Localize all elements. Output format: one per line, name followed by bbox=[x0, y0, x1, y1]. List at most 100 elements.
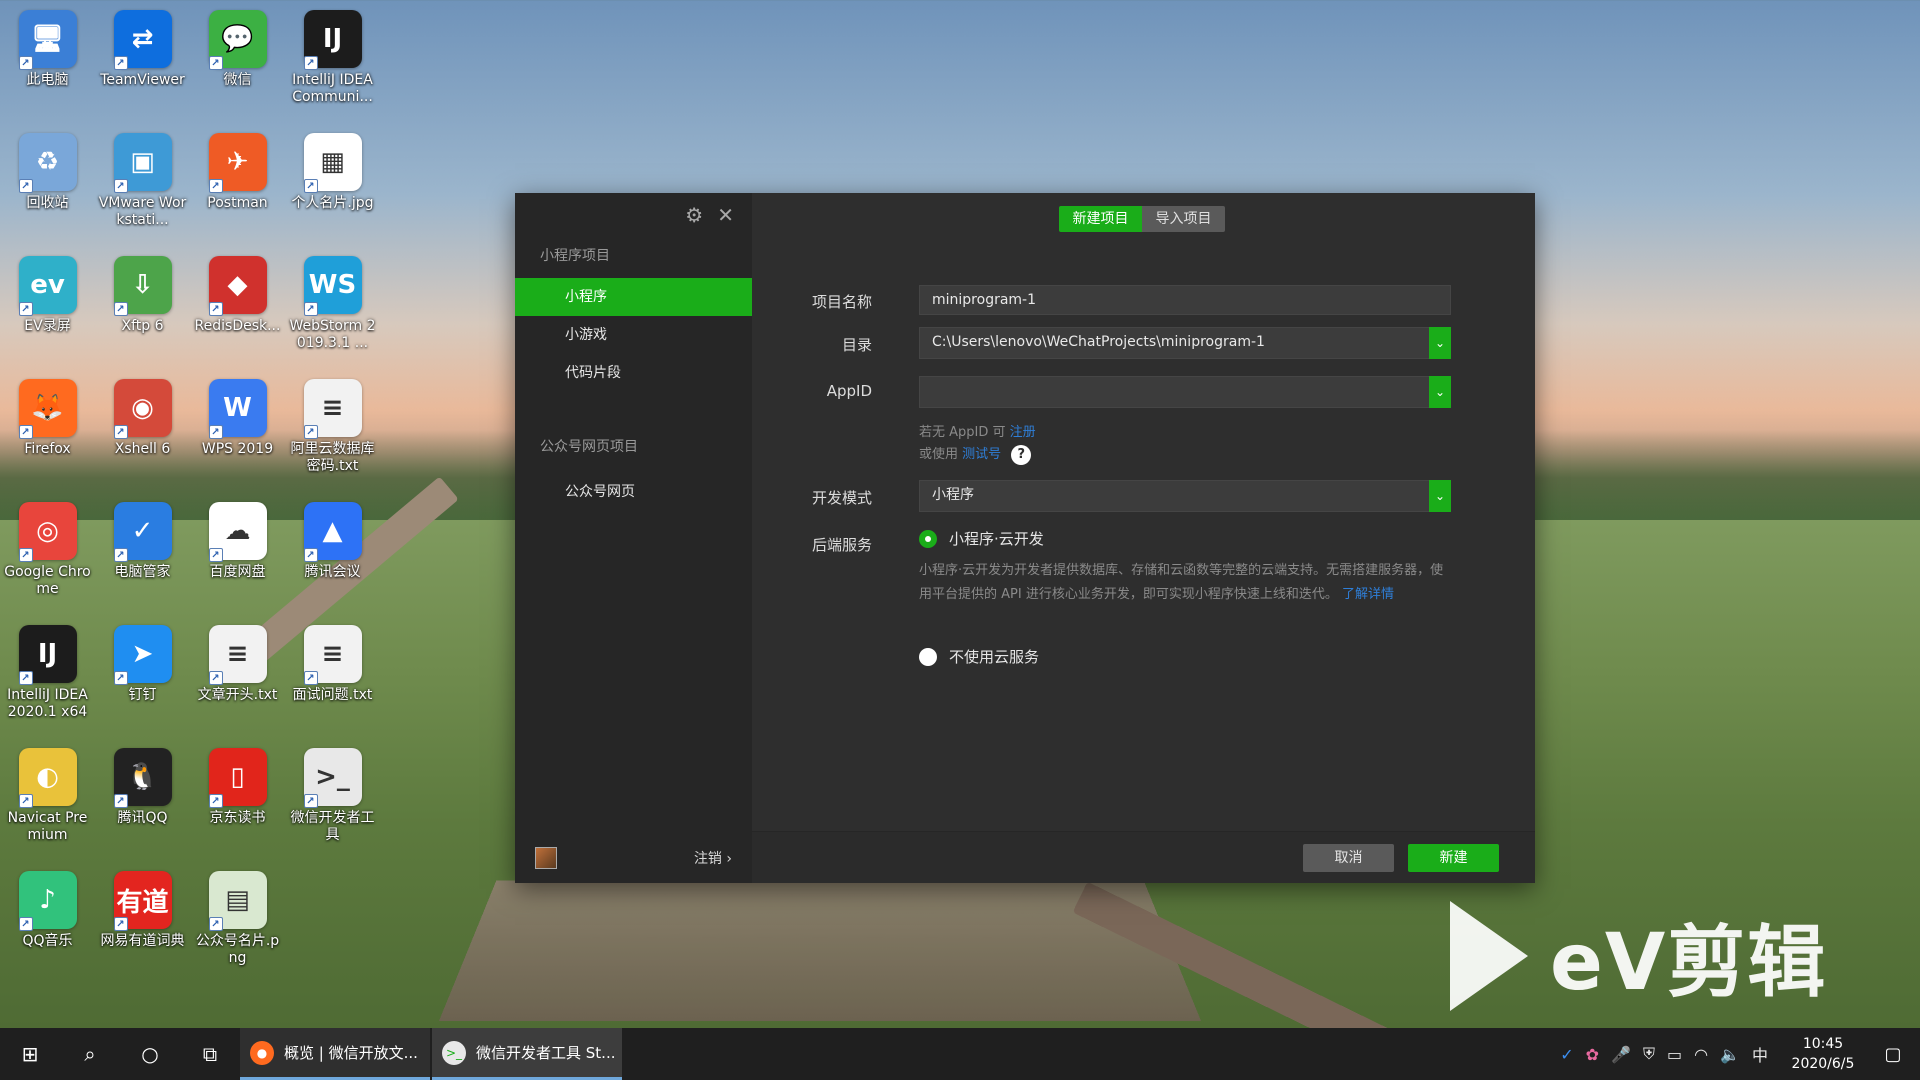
redis-icon: ◆ ↗ bbox=[208, 256, 267, 316]
tab-new-project[interactable]: 新建项目 bbox=[1059, 206, 1142, 232]
chevron-down-icon[interactable]: ⌄ bbox=[1429, 480, 1451, 512]
desktop-icon[interactable]: ▯ ↗ 京东读书 bbox=[190, 744, 285, 867]
desktop-icon[interactable]: ◉ ↗ Xshell 6 bbox=[95, 375, 190, 498]
desktop-icon[interactable]: 🐧 ↗ 腾讯QQ bbox=[95, 744, 190, 867]
project-type-sidebar: ⚙ ✕ 小程序项目 小程序 小游戏 代码片段 公众号网页项目 公众号网页 注销 … bbox=[515, 193, 752, 883]
microphone-icon[interactable]: 🎤 bbox=[1611, 1045, 1631, 1064]
ime-indicator[interactable]: 中 bbox=[1752, 1042, 1768, 1066]
desktop-icon-label: 阿里云数据库密码.txt bbox=[290, 441, 375, 474]
project-name-label: 项目名称 bbox=[811, 293, 872, 311]
desktop-icon-label: 腾讯QQ bbox=[117, 810, 168, 826]
windows-start-icon[interactable]: ⊞ bbox=[0, 1028, 60, 1080]
shield-icon[interactable]: ⛨ bbox=[1643, 1044, 1655, 1064]
project-name-input[interactable]: miniprogram-1 bbox=[919, 285, 1451, 315]
gear-icon[interactable]: ⚙ bbox=[685, 205, 703, 225]
desktop-icon[interactable]: ◆ ↗ RedisDesk... bbox=[190, 252, 285, 375]
desktop-icon[interactable]: ⇩ ↗ Xftp 6 bbox=[95, 252, 190, 375]
desktop-icon-label: 电脑管家 bbox=[114, 564, 171, 580]
notification-icon[interactable]: ▢ bbox=[1878, 1044, 1908, 1065]
flower-tray-icon[interactable]: ✿ bbox=[1586, 1045, 1599, 1064]
taskbar-app-firefox[interactable]: ● 概览 | 微信开放文... bbox=[240, 1028, 430, 1080]
sidebar-item-code-snippet[interactable]: 代码片段 bbox=[515, 354, 752, 392]
radio-no-cloud[interactable]: 不使用云服务 bbox=[919, 646, 1039, 667]
desktop-icon[interactable]: ev ↗ EV录屏 bbox=[0, 252, 95, 375]
navicat-icon: ◐ ↗ bbox=[18, 748, 77, 808]
desktop-icon[interactable]: ✓ ↗ 电脑管家 bbox=[95, 498, 190, 621]
volume-icon[interactable]: 🔈 bbox=[1720, 1045, 1740, 1064]
desktop-icon[interactable]: 🦊 ↗ Firefox bbox=[0, 375, 95, 498]
shortcut-arrow-icon: ↗ bbox=[208, 548, 223, 562]
chevron-down-icon[interactable]: ⌄ bbox=[1429, 327, 1451, 359]
help-icon[interactable]: ? bbox=[1011, 444, 1032, 465]
ev-recorder-icon: ev ↗ bbox=[18, 256, 77, 316]
desktop-icon[interactable]: ≡ ↗ 面试问题.txt bbox=[285, 621, 380, 744]
desktop-icon[interactable]: ◎ ↗ Google Chrome bbox=[0, 498, 95, 621]
tab-import-project[interactable]: 导入项目 bbox=[1142, 206, 1225, 232]
desktop-icon[interactable]: ▲ ↗ 腾讯会议 bbox=[285, 498, 380, 621]
desktop-icon[interactable]: ☁ ↗ 百度网盘 bbox=[190, 498, 285, 621]
chevron-right-icon: › bbox=[726, 851, 732, 867]
desktop-icon[interactable]: >_ ↗ 微信开发者工具 bbox=[285, 744, 380, 867]
desktop-icon[interactable]: ✈ ↗ Postman bbox=[190, 129, 285, 252]
create-button[interactable]: 新建 bbox=[1408, 844, 1499, 872]
desktop-icon[interactable]: ➤ ↗ 钉钉 bbox=[95, 621, 190, 744]
sidebar-item-minigame[interactable]: 小游戏 bbox=[515, 316, 752, 354]
clock[interactable]: 10:45 2020/6/5 bbox=[1780, 1034, 1866, 1074]
ev-watermark: eV剪辑 bbox=[1450, 900, 1827, 1012]
desktop-icon[interactable]: ≡ ↗ 文章开头.txt bbox=[190, 621, 285, 744]
chevron-down-icon[interactable]: ⌄ bbox=[1429, 376, 1451, 408]
task-view-icon[interactable]: ⧉ bbox=[180, 1028, 240, 1080]
radio-cloud-dev[interactable]: 小程序·云开发 bbox=[919, 528, 1044, 549]
desktop-icon[interactable]: WS ↗ WebStorm 2019.3.1 ... bbox=[285, 252, 380, 375]
sidebar-item-official-web[interactable]: 公众号网页 bbox=[515, 473, 752, 511]
desktop-icon[interactable]: ⇄ ↗ TeamViewer bbox=[95, 6, 190, 129]
dev-mode-select[interactable]: 小程序 ⌄ bbox=[919, 480, 1451, 512]
shortcut-arrow-icon: ↗ bbox=[208, 671, 223, 685]
shortcut-arrow-icon: ↗ bbox=[18, 56, 33, 70]
qr-code-image-icon: ▦ ↗ bbox=[303, 133, 362, 193]
desktop-icon[interactable]: 有道 ↗ 网易有道词典 bbox=[95, 867, 190, 990]
search-icon[interactable]: ⌕ bbox=[60, 1028, 120, 1080]
desktop-icon-label: 百度网盘 bbox=[209, 564, 266, 580]
logout-button[interactable]: 注销 › bbox=[694, 848, 732, 868]
taskbar-app-wechat-devtools[interactable]: >_ 微信开发者工具 St... bbox=[432, 1028, 622, 1080]
cancel-button[interactable]: 取消 bbox=[1303, 844, 1394, 872]
desktop-icon-label: EV录屏 bbox=[24, 318, 71, 334]
desktop-icon-label: WPS 2019 bbox=[201, 441, 274, 457]
pc-manager-tray-icon[interactable]: ✓ bbox=[1560, 1045, 1573, 1064]
cortana-icon[interactable]: ○ bbox=[120, 1028, 180, 1080]
image-file-icon: ▤ ↗ bbox=[208, 871, 267, 931]
shortcut-arrow-icon: ↗ bbox=[18, 548, 33, 562]
wechat-icon: 💬 ↗ bbox=[208, 10, 267, 70]
desktop-icon[interactable]: W ↗ WPS 2019 bbox=[190, 375, 285, 498]
sidebar-item-miniprogram[interactable]: 小程序 bbox=[515, 278, 752, 316]
battery-icon[interactable]: ▭ bbox=[1667, 1045, 1682, 1064]
postman-icon: ✈ ↗ bbox=[208, 133, 267, 193]
learn-more-link[interactable]: 了解详情 bbox=[1342, 587, 1394, 602]
shortcut-arrow-icon: ↗ bbox=[18, 794, 33, 808]
directory-input[interactable]: C:\Users\lenovo\WeChatProjects\miniprogr… bbox=[919, 327, 1451, 359]
desktop-icon[interactable]: ♪ ↗ QQ音乐 bbox=[0, 867, 95, 990]
desktop-icon[interactable]: ▣ ↗ VMware Workstati... bbox=[95, 129, 190, 252]
clock-date: 2020/6/5 bbox=[1791, 1056, 1855, 1072]
appid-input[interactable]: ⌄ bbox=[919, 376, 1451, 408]
desktop-icon[interactable]: ◐ ↗ Navicat Premium bbox=[0, 744, 95, 867]
desktop-icon[interactable]: ≡ ↗ 阿里云数据库密码.txt bbox=[285, 375, 380, 498]
desktop-icon[interactable]: 💬 ↗ 微信 bbox=[190, 6, 285, 129]
recycle-bin-icon: ♻ ↗ bbox=[18, 133, 77, 193]
desktop-icon-label: 文章开头.txt bbox=[197, 687, 278, 703]
avatar[interactable] bbox=[535, 847, 557, 869]
desktop-icon[interactable]: ▦ ↗ 个人名片.jpg bbox=[285, 129, 380, 252]
desktop-icon[interactable]: ♻ ↗ 回收站 bbox=[0, 129, 95, 252]
new-project-dialog: ⚙ ✕ 小程序项目 小程序 小游戏 代码片段 公众号网页项目 公众号网页 注销 … bbox=[515, 193, 1535, 883]
register-link[interactable]: 注册 bbox=[1010, 425, 1036, 440]
desktop-icon[interactable]: IJ ↗ IntelliJ IDEA 2020.1 x64 bbox=[0, 621, 95, 744]
desktop-icon[interactable]: ▤ ↗ 公众号名片.png bbox=[190, 867, 285, 990]
test-account-link[interactable]: 测试号 bbox=[962, 447, 1001, 462]
wifi-icon[interactable]: ◠ bbox=[1694, 1045, 1708, 1064]
close-icon[interactable]: ✕ bbox=[717, 205, 734, 225]
wechat-devtools-icon: >_ bbox=[442, 1040, 466, 1065]
desktop-icon[interactable]: IJ ↗ IntelliJ IDEA Communi... bbox=[285, 6, 380, 129]
shortcut-arrow-icon: ↗ bbox=[18, 179, 33, 193]
desktop-icon[interactable]: 🖥 ↗ 此电脑 bbox=[0, 6, 95, 129]
